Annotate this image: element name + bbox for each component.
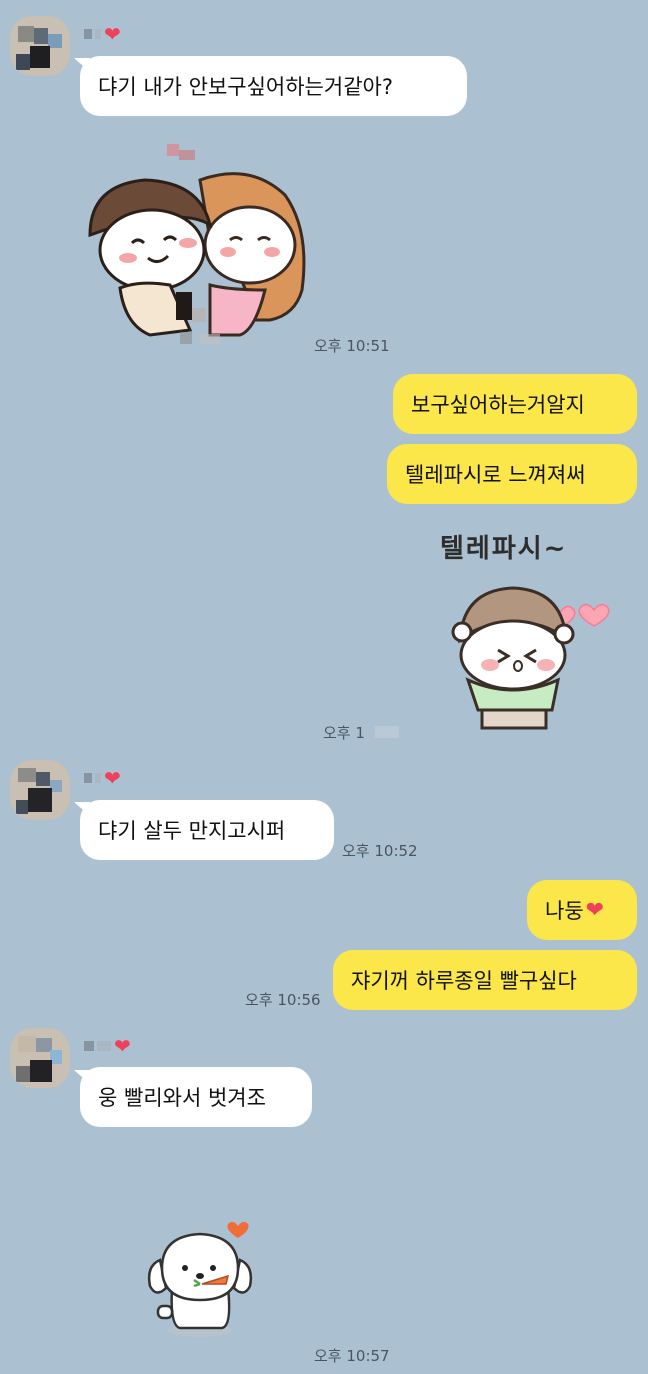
incoming-message-bubble[interactable]: 댜기 살두 만지고시퍼 bbox=[80, 800, 334, 860]
blurred-name bbox=[95, 29, 101, 39]
message-time: 오후 1 bbox=[323, 724, 365, 742]
outgoing-message-bubble[interactable]: 보구싶어하는거알지 bbox=[393, 374, 637, 434]
sender-avatar[interactable] bbox=[10, 760, 70, 820]
couple-hug-sticker[interactable] bbox=[80, 140, 320, 350]
message-text: 나둥 bbox=[545, 899, 584, 923]
puppy-sticker[interactable] bbox=[140, 1218, 260, 1340]
message-text: 댜기 살두 만지고시퍼 bbox=[98, 819, 286, 843]
blur-pixel bbox=[179, 150, 195, 160]
message-text: 보구싶어하는거알지 bbox=[411, 393, 585, 417]
heart-icon: ❤ bbox=[585, 897, 605, 923]
message-text: 웅 빨리와서 벗겨조 bbox=[98, 1086, 266, 1110]
heart-icon: ❤ bbox=[104, 22, 121, 46]
sticker-caption: 텔레파시~ bbox=[440, 534, 568, 564]
message-text: 텔레파시로 느껴져써 bbox=[405, 463, 586, 487]
blurred-name bbox=[84, 773, 92, 783]
message-time: 오후 10:51 bbox=[314, 337, 390, 355]
incoming-message-bubble[interactable]: 웅 빨리와서 벗겨조 bbox=[80, 1067, 312, 1127]
outgoing-message-bubble[interactable]: 쟈기꺼 하루종일 빨구싶다 bbox=[333, 950, 637, 1010]
blurred-time bbox=[375, 726, 399, 738]
telepathy-boy-sticker[interactable] bbox=[448, 570, 618, 740]
sender-avatar[interactable] bbox=[10, 16, 70, 76]
message-text: 댜기 내가 안보구싶어하는거같아? bbox=[98, 75, 393, 99]
message-time: 오후 10:57 bbox=[314, 1347, 390, 1365]
blur-pixel bbox=[192, 308, 206, 322]
blur-pixel bbox=[200, 334, 220, 344]
heart-icon: ❤ bbox=[104, 766, 121, 790]
blurred-name bbox=[95, 773, 101, 783]
outgoing-message-bubble[interactable]: 텔레파시로 느껴져써 bbox=[387, 444, 637, 504]
heart-icon: ❤ bbox=[114, 1034, 131, 1058]
blurred-name bbox=[84, 1041, 94, 1051]
sender-name: ❤ bbox=[84, 22, 121, 46]
blur-pixel bbox=[176, 292, 192, 320]
outgoing-message-bubble[interactable]: 나둥 ❤ bbox=[527, 880, 637, 940]
message-time: 오후 10:52 bbox=[342, 842, 418, 860]
message-text: 쟈기꺼 하루종일 빨구싶다 bbox=[351, 969, 577, 993]
sender-name: ❤ bbox=[84, 766, 121, 790]
blurred-name bbox=[84, 29, 92, 39]
blur-pixel bbox=[167, 144, 179, 156]
blur-pixel bbox=[180, 332, 192, 344]
incoming-message-bubble[interactable]: 댜기 내가 안보구싶어하는거같아? bbox=[80, 56, 467, 116]
message-time: 오후 10:56 bbox=[245, 991, 321, 1009]
sender-name: ❤ bbox=[84, 1034, 131, 1058]
sender-avatar[interactable] bbox=[10, 1028, 70, 1088]
blurred-name bbox=[97, 1041, 111, 1051]
